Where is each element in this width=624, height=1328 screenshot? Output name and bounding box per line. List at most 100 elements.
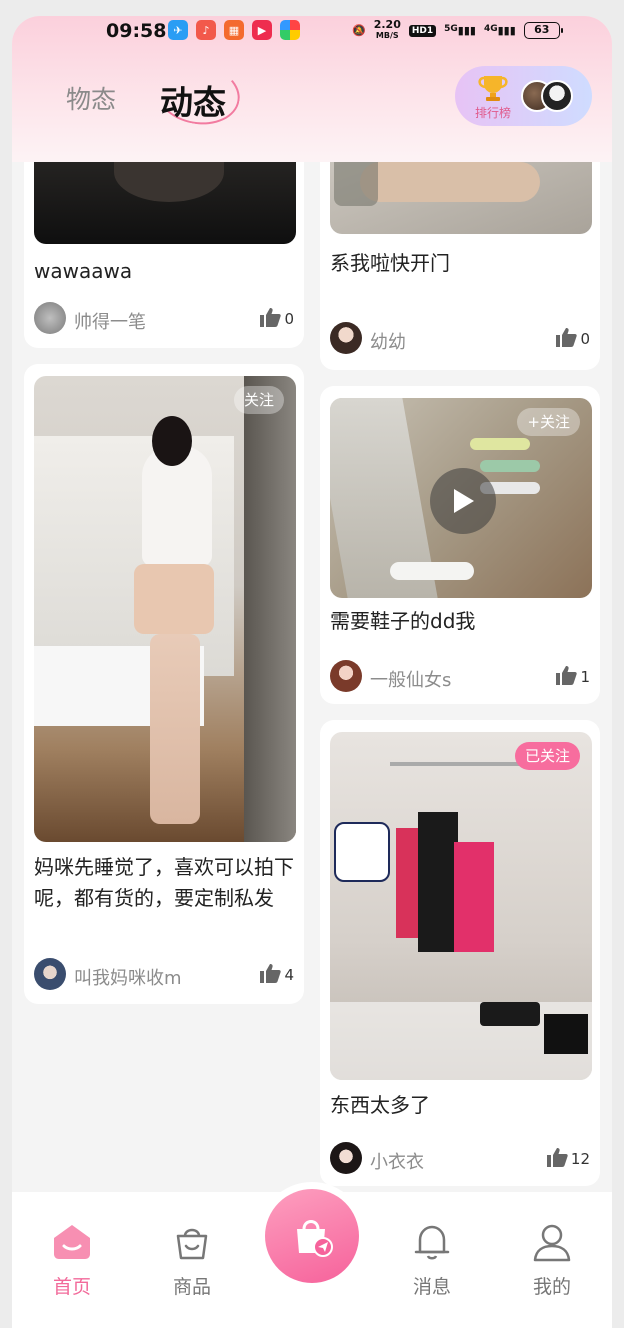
signal-4g-icon: 4G▮▮▮ xyxy=(483,24,516,37)
like-button[interactable]: 1 xyxy=(554,664,590,686)
like-button[interactable]: 0 xyxy=(258,306,294,328)
nav-products[interactable]: 商品 xyxy=(152,1222,232,1299)
follow-button[interactable]: 关注 xyxy=(233,386,284,414)
like-count: 4 xyxy=(284,966,294,984)
post-caption: wawaawa xyxy=(34,259,133,283)
author-avatar[interactable] xyxy=(34,958,66,990)
ranking-label: 排行榜 xyxy=(475,106,512,120)
post-image-hair xyxy=(152,416,192,466)
signal-4g-label: 4G xyxy=(483,24,498,34)
top-header: 09:58 ✈ ♪ ▦ ▶ 🔕 2.20 MB/S HD1 5G▮▮▮ 4G▮▮… xyxy=(12,16,612,162)
post-image-cup xyxy=(334,162,378,206)
nav-messages-label: 消息 xyxy=(412,1276,451,1298)
nav-profile[interactable]: 我的 xyxy=(512,1222,592,1299)
post-image-legs xyxy=(150,634,200,824)
post-caption: 妈咪先睡觉了，喜欢可以拍下呢，都有货的，要定制私发 xyxy=(34,855,294,910)
author-name[interactable]: 一般仙女s xyxy=(370,666,451,692)
ranking-button[interactable]: 排行榜 xyxy=(455,66,592,126)
like-count: 0 xyxy=(580,330,590,348)
system-indicators: 🔕 2.20 MB/S HD1 5G▮▮▮ 4G▮▮▮ 63 xyxy=(352,18,563,41)
video-play-icon: ▶ xyxy=(252,20,272,40)
author-avatar[interactable] xyxy=(330,322,362,354)
post-image[interactable] xyxy=(330,162,592,234)
like-count: 1 xyxy=(580,668,590,686)
post-image[interactable] xyxy=(330,732,592,1080)
like-button[interactable]: 4 xyxy=(258,962,294,984)
like-button[interactable]: 0 xyxy=(554,326,590,348)
author-avatar[interactable] xyxy=(330,1142,362,1174)
post-image-sailor-top xyxy=(334,822,390,882)
post-image-pink-dress xyxy=(454,842,494,952)
author-name[interactable]: 小衣衣 xyxy=(370,1148,424,1174)
network-speed: 2.20 MB/S xyxy=(373,18,401,41)
home-icon xyxy=(54,1225,90,1259)
mute-icon: 🔕 xyxy=(352,24,366,37)
post-caption: 东西太多了 xyxy=(330,1093,430,1117)
post-image-black-dress xyxy=(418,812,458,952)
nav-home[interactable]: 首页 xyxy=(32,1222,112,1299)
network-speed-value: 2.20 xyxy=(373,18,401,31)
post-image-subject xyxy=(114,162,224,202)
phone-screen: 09:58 ✈ ♪ ▦ ▶ 🔕 2.20 MB/S HD1 5G▮▮▮ 4G▮▮… xyxy=(12,16,612,1328)
nav-messages[interactable]: 消息 xyxy=(392,1222,472,1299)
post-image[interactable] xyxy=(34,162,296,244)
tab-dongtai[interactable]: 动态 xyxy=(160,76,226,124)
author-name[interactable]: 叫我妈咪收m xyxy=(74,964,182,990)
status-time: 09:58 xyxy=(106,20,167,42)
post-image-mirror-edge xyxy=(244,376,296,842)
thumbs-up-icon xyxy=(556,666,578,685)
shopping-bag-send-icon xyxy=(297,1220,333,1257)
play-icon xyxy=(454,489,474,513)
browser-icon xyxy=(280,20,300,40)
post-card[interactable]: 系我啦快开门 幼幼 0 xyxy=(320,162,600,370)
nav-products-label: 商品 xyxy=(172,1276,211,1298)
post-image[interactable] xyxy=(34,376,296,842)
post-image-skirt xyxy=(134,564,214,634)
post-image-shoe xyxy=(480,460,540,472)
nav-home-label: 首页 xyxy=(52,1276,91,1298)
author-avatar[interactable] xyxy=(34,302,66,334)
nav-profile-label: 我的 xyxy=(532,1276,571,1298)
network-speed-unit: MB/S xyxy=(375,31,399,40)
app-grid-icon: ▦ xyxy=(224,20,244,40)
followed-badge[interactable]: 已关注 xyxy=(514,742,580,770)
tab-wutai[interactable]: 物态 xyxy=(66,80,116,116)
follow-button[interactable]: +关注 xyxy=(517,408,580,436)
signal-5g-label: 5G xyxy=(444,24,458,34)
like-count: 0 xyxy=(284,310,294,328)
telegram-icon: ✈ xyxy=(168,20,188,40)
bell-icon xyxy=(414,1225,450,1260)
author-name[interactable]: 幼幼 xyxy=(370,328,406,354)
publish-button[interactable] xyxy=(258,1182,366,1290)
thumbs-up-icon xyxy=(260,964,282,983)
user-icon xyxy=(533,1224,571,1262)
post-card[interactable]: 已关注 东西太多了 小衣衣 12 xyxy=(320,720,600,1186)
post-image-shoe xyxy=(470,438,530,450)
thumbs-up-icon xyxy=(556,328,578,347)
post-card[interactable]: wawaawa 帅得一笔 0 xyxy=(24,162,304,348)
post-image-slipper xyxy=(390,562,474,580)
ranking-avatar-2 xyxy=(541,80,573,112)
shopping-bag-icon xyxy=(176,1228,208,1260)
thumbs-up-icon xyxy=(260,308,282,327)
post-caption: 需要鞋子的dd我 xyxy=(330,609,476,633)
notification-icons: ✈ ♪ ▦ ▶ xyxy=(168,20,300,40)
music-icon: ♪ xyxy=(196,20,216,40)
post-image-subject xyxy=(360,162,540,202)
author-avatar[interactable] xyxy=(330,660,362,692)
publish-button-inner xyxy=(265,1189,359,1283)
like-count: 12 xyxy=(570,1150,590,1168)
post-caption: 系我啦快开门 xyxy=(330,251,450,275)
trophy-icon xyxy=(478,76,508,101)
post-card[interactable]: 关注 妈咪先睡觉了，喜欢可以拍下呢，都有货的，要定制私发 叫我妈咪收m 4 xyxy=(24,364,304,1004)
play-button[interactable] xyxy=(430,468,496,534)
like-button[interactable]: 12 xyxy=(545,1146,590,1168)
author-name[interactable]: 帅得一笔 xyxy=(74,308,146,334)
post-image-bag xyxy=(480,1002,540,1026)
post-card[interactable]: +关注 需要鞋子的dd我 一般仙女s 1 xyxy=(320,386,600,704)
feed-grid[interactable]: wawaawa 帅得一笔 0 系我啦快开门 幼幼 0 关注 妈咪先睡觉了，喜欢可… xyxy=(12,162,612,1192)
hd-icon: HD1 xyxy=(408,24,437,37)
signal-5g-icon: 5G▮▮▮ xyxy=(444,24,476,37)
thumbs-up-icon xyxy=(546,1148,568,1167)
post-image-box xyxy=(544,1014,588,1054)
